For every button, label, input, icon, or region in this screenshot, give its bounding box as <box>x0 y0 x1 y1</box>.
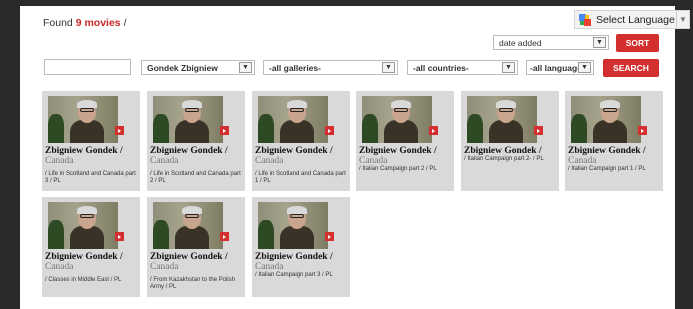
play-icon[interactable] <box>325 126 334 135</box>
chevron-down-icon: ▼ <box>239 62 252 73</box>
play-icon[interactable] <box>534 126 543 135</box>
play-icon[interactable] <box>325 232 334 241</box>
sort-select[interactable]: date added ▼ <box>493 35 609 50</box>
movie-thumbnail[interactable] <box>258 202 328 249</box>
play-icon[interactable] <box>220 126 229 135</box>
google-translate-icon <box>579 13 591 26</box>
movie-thumbnail[interactable] <box>258 96 328 143</box>
movie-title[interactable]: / Life in Scotland and Canada part 3 / P… <box>45 171 137 185</box>
movie-country: Canada <box>45 262 74 272</box>
play-icon[interactable] <box>115 126 124 135</box>
movie-person-name[interactable]: Zbigniew Gondek / <box>255 252 349 262</box>
select-language-widget[interactable]: Select Language ▼ <box>574 10 690 29</box>
select-language-label: Select Language <box>596 13 675 26</box>
play-icon[interactable] <box>220 232 229 241</box>
movie-thumbnail[interactable] <box>467 96 537 143</box>
results-count: Found 9 movies / <box>43 17 127 29</box>
movie-title[interactable]: / Italian Campaign part 2- / PL <box>464 156 556 163</box>
play-icon[interactable] <box>429 126 438 135</box>
movie-card[interactable]: Zbigniew Gondek / Canada / Life in Scotlan… <box>252 91 350 191</box>
movie-country: Canada <box>150 156 179 166</box>
search-input[interactable] <box>44 59 131 75</box>
countries-select[interactable]: -all countries- ▼ <box>407 60 518 75</box>
movie-card[interactable]: Zbigniew Gondek / Canada / Italian Campaig… <box>565 91 663 191</box>
movie-thumbnail[interactable] <box>571 96 641 143</box>
chevron-down-icon: ▼ <box>578 62 591 73</box>
movie-person-name[interactable]: Zbigniew Gondek / <box>359 146 453 156</box>
movie-thumbnail[interactable] <box>153 202 223 249</box>
play-icon[interactable] <box>115 232 124 241</box>
movie-person-name[interactable]: Zbigniew Gondek / <box>45 252 139 262</box>
movie-count: 9 movies <box>75 17 121 29</box>
movie-card[interactable]: Zbigniew Gondek / Canada / Life in Scotlan… <box>42 91 140 191</box>
movie-title[interactable]: / Classes in Middle East / PL <box>45 277 137 284</box>
chevron-down-icon[interactable]: ▼ <box>676 11 689 28</box>
chevron-down-icon: ▼ <box>382 62 395 73</box>
movie-person-name[interactable]: Zbigniew Gondek / <box>464 146 558 156</box>
movie-card[interactable]: Zbigniew Gondek / / Italian Campaign part… <box>461 91 559 191</box>
movie-thumbnail[interactable] <box>362 96 432 143</box>
movie-thumbnail[interactable] <box>48 96 118 143</box>
movie-title[interactable]: / Italian Campaign part 3 / PL <box>255 272 347 279</box>
chevron-down-icon: ▼ <box>502 62 515 73</box>
movie-country: Canada <box>150 262 179 272</box>
movie-title[interactable]: / Italian Campaign part 2 / PL <box>359 166 451 173</box>
movie-title[interactable]: / From Kazakhstan to the Polish Army / P… <box>150 277 242 291</box>
search-button[interactable]: SEARCH <box>603 59 659 77</box>
movie-title[interactable]: / Life in Scotland and Canada part 1 / P… <box>255 171 347 185</box>
movie-thumbnail[interactable] <box>48 202 118 249</box>
play-icon[interactable] <box>638 126 647 135</box>
movie-card[interactable]: Zbigniew Gondek / Canada / From Kazakhstan… <box>147 197 245 297</box>
movie-person-name[interactable]: Zbigniew Gondek / <box>45 146 139 156</box>
galleries-select[interactable]: -all galleries- ▼ <box>263 60 398 75</box>
movie-card[interactable]: Zbigniew Gondek / Canada / Italian Campaig… <box>252 197 350 297</box>
movie-card[interactable]: Zbigniew Gondek / Canada / Italian Campaig… <box>356 91 454 191</box>
sort-button[interactable]: SORT <box>616 34 659 52</box>
movie-card[interactable]: Zbigniew Gondek / Canada / Classes in Midd… <box>42 197 140 297</box>
movie-country: Canada <box>45 156 74 166</box>
chevron-down-icon: ▼ <box>593 37 606 48</box>
movie-person-name[interactable]: Zbigniew Gondek / <box>568 146 662 156</box>
movie-thumbnail[interactable] <box>153 96 223 143</box>
movie-title[interactable]: / Italian Campaign part 1 / PL <box>568 166 660 173</box>
person-select[interactable]: Gondek Zbigniew ▼ <box>141 60 255 75</box>
movie-person-name[interactable]: Zbigniew Gondek / <box>150 252 244 262</box>
movie-title[interactable]: / Life in Scotland and Canada part 2 / P… <box>150 171 242 185</box>
movie-country: Canada <box>568 156 597 166</box>
movie-person-name[interactable]: Zbigniew Gondek / <box>255 146 349 156</box>
movie-country: Canada <box>359 156 388 166</box>
movie-country: Canada <box>255 262 284 272</box>
movie-person-name[interactable]: Zbigniew Gondek / <box>150 146 244 156</box>
movie-country: Canada <box>255 156 284 166</box>
movie-card[interactable]: Zbigniew Gondek / Canada / Life in Scotlan… <box>147 91 245 191</box>
page-content: Found 9 movies / Select Language ▼ date … <box>20 6 690 309</box>
languages-select[interactable]: -all languages- ▼ <box>526 60 594 75</box>
